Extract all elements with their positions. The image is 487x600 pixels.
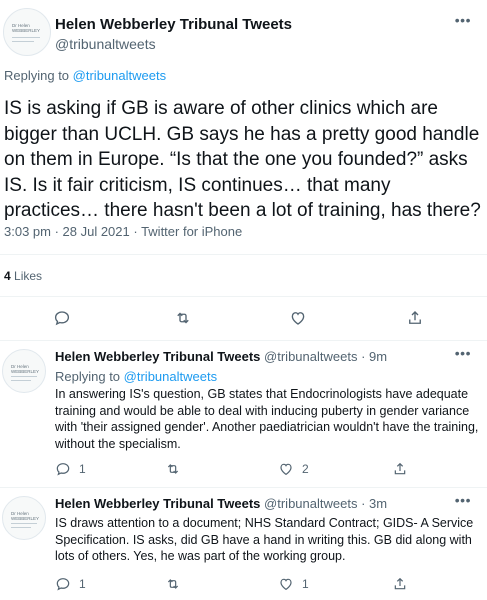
main-action-bar xyxy=(0,306,487,330)
tweet-time[interactable]: · 3m xyxy=(361,496,387,511)
author-name[interactable]: Helen Webberley Tribunal Tweets xyxy=(55,496,260,511)
reply-action-bar: 1 1 xyxy=(0,572,487,596)
more-dots-icon[interactable]: ••• xyxy=(455,12,471,28)
likes-label: Likes xyxy=(14,269,43,283)
replying-to-link[interactable]: @tribunaltweets xyxy=(73,68,166,83)
retweet-icon xyxy=(167,579,179,589)
like-button[interactable] xyxy=(289,306,307,330)
avatar-logo-text: Dr Helen WEBBERLEY xyxy=(12,23,41,33)
reply-icon xyxy=(56,463,70,476)
tweet-timestamp[interactable]: 3:03 pm · 28 Jul 2021 · Twitter for iPho… xyxy=(4,224,242,239)
reply-tweet[interactable]: Dr Helen WEBBERLEY Helen Webberley Tribu… xyxy=(0,341,487,486)
like-icon xyxy=(280,463,292,476)
replying-to-link[interactable]: @tribunaltweets xyxy=(124,369,217,384)
reply-count: 1 xyxy=(79,577,86,591)
replying-prefix: Replying to xyxy=(55,369,121,384)
retweet-button[interactable] xyxy=(174,306,192,330)
retweet-button[interactable] xyxy=(165,457,181,481)
avatar[interactable]: Dr Helen WEBBERLEY xyxy=(2,349,46,393)
more-dots-icon[interactable]: ••• xyxy=(455,345,471,361)
avatar-logo-text: Dr Helen WEBBERLEY xyxy=(11,511,40,521)
tweet-text: IS draws attention to a document; NHS St… xyxy=(55,516,474,563)
avatar-logo-text: Dr Helen WEBBERLEY xyxy=(11,364,40,374)
reply-tweet[interactable]: Dr Helen WEBBERLEY Helen Webberley Tribu… xyxy=(0,488,487,600)
author-name[interactable]: Helen Webberley Tribunal Tweets xyxy=(55,16,292,33)
reply-button[interactable]: 1 xyxy=(55,457,86,481)
author-handle[interactable]: @tribunaltweets xyxy=(264,349,357,364)
replying-to: Replying to @tribunaltweets xyxy=(4,68,166,83)
author-handle[interactable]: @tribunaltweets xyxy=(55,36,156,52)
reply-icon xyxy=(56,578,70,591)
share-icon xyxy=(394,577,406,590)
divider xyxy=(0,296,487,297)
like-button[interactable]: 2 xyxy=(278,457,309,481)
avatar[interactable]: Dr Helen WEBBERLEY xyxy=(2,496,46,540)
reply-icon xyxy=(54,311,70,326)
like-button[interactable]: 1 xyxy=(278,572,309,596)
replying-prefix: Replying to xyxy=(4,68,70,83)
tweet-header: Helen Webberley Tribunal Tweets @tribuna… xyxy=(55,496,387,511)
author-name[interactable]: Helen Webberley Tribunal Tweets xyxy=(55,349,260,364)
like-count: 2 xyxy=(302,462,309,476)
like-icon xyxy=(280,578,292,591)
avatar[interactable]: Dr Helen WEBBERLEY xyxy=(3,8,51,56)
retweet-button[interactable] xyxy=(165,572,181,596)
replying-to: Replying to @tribunaltweets xyxy=(55,369,217,384)
tweet-text: IS is asking if GB is aware of other cli… xyxy=(4,98,481,221)
share-button[interactable] xyxy=(406,306,424,330)
retweet-icon xyxy=(167,464,179,474)
reply-count: 1 xyxy=(79,462,86,476)
like-icon xyxy=(291,312,305,325)
tweet-time[interactable]: · 9m xyxy=(361,349,387,364)
likes-count: 4 xyxy=(4,269,11,283)
share-button[interactable] xyxy=(392,457,408,481)
reply-button[interactable]: 1 xyxy=(55,572,86,596)
share-icon xyxy=(409,311,421,324)
share-icon xyxy=(394,462,406,475)
tweet-text: In answering IS's question, GB states th… xyxy=(55,387,479,451)
tweet-header: Helen Webberley Tribunal Tweets @tribuna… xyxy=(55,349,387,364)
retweet-icon xyxy=(177,312,189,324)
reply-button[interactable] xyxy=(53,306,71,330)
like-count: 1 xyxy=(302,577,309,591)
divider xyxy=(0,254,487,255)
share-button[interactable] xyxy=(392,572,408,596)
more-dots-icon[interactable]: ••• xyxy=(455,492,471,508)
likes-count-row[interactable]: 4 Likes xyxy=(4,269,42,283)
author-handle[interactable]: @tribunaltweets xyxy=(264,496,357,511)
reply-action-bar: 1 2 xyxy=(0,457,487,481)
